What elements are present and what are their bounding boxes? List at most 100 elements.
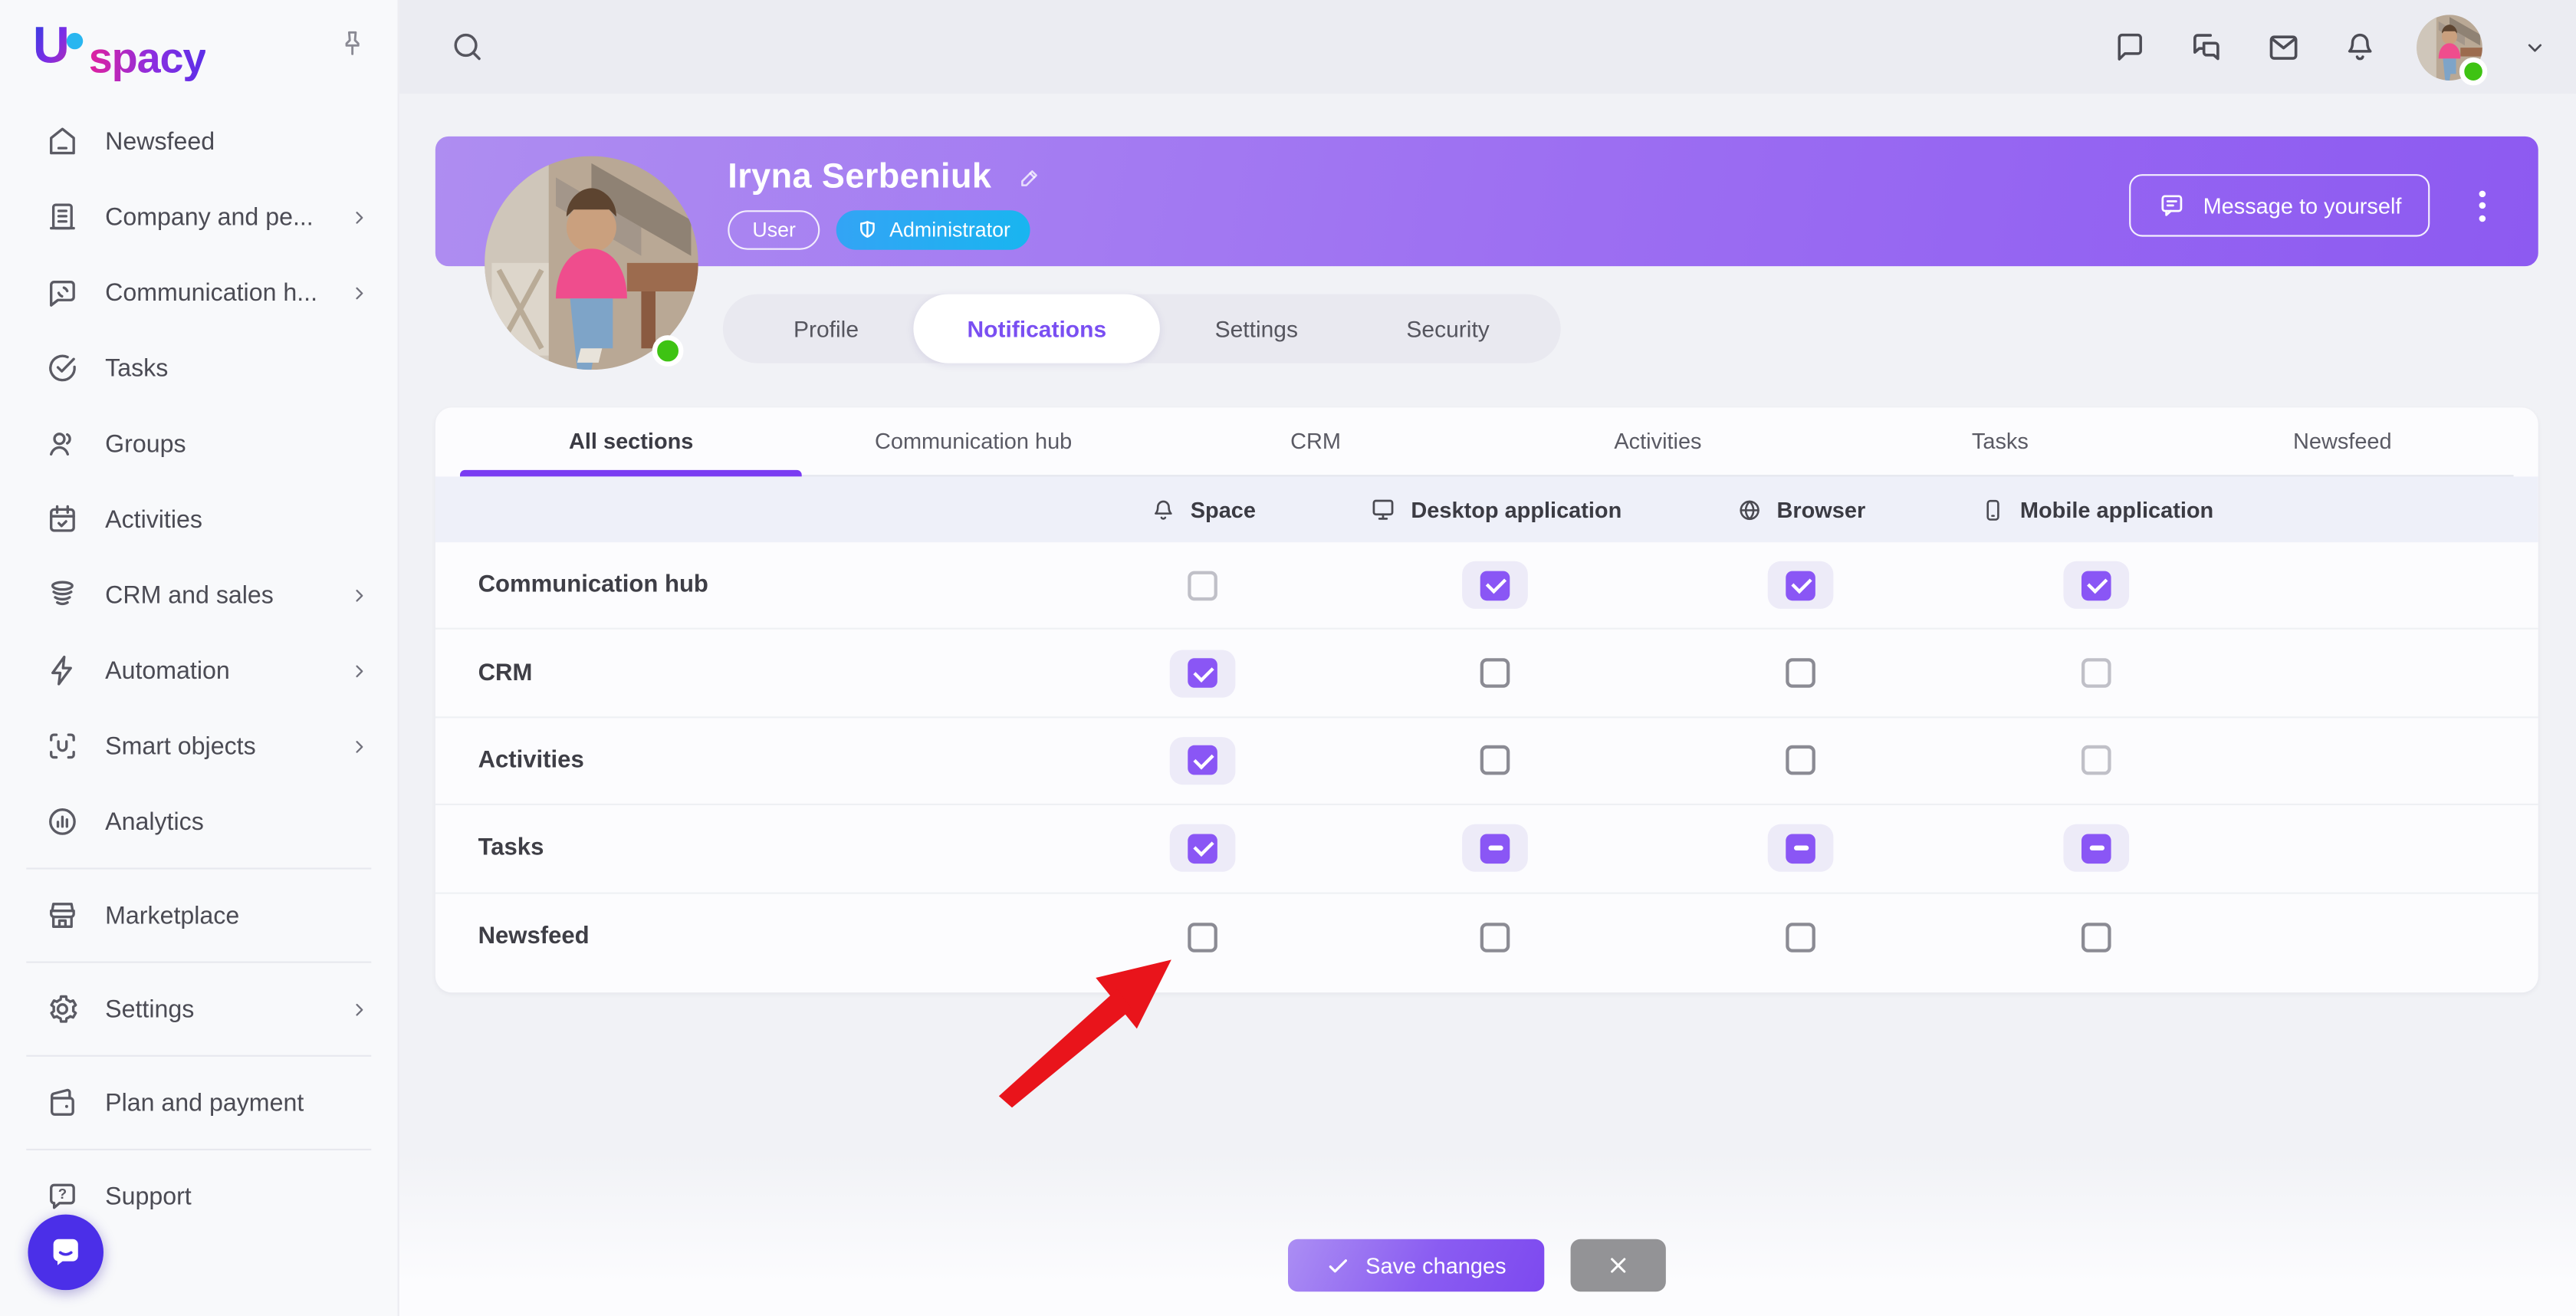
mail-icon[interactable]	[2264, 27, 2303, 66]
profile-name: Iryna Serbeniuk	[728, 158, 991, 197]
uspacy-logo[interactable]: U spacy	[30, 16, 206, 84]
shield-icon	[856, 219, 879, 242]
bell-icon[interactable]	[2341, 28, 2379, 65]
sidebar-divider	[26, 867, 371, 869]
checkbox-crm-mobile[interactable]	[2063, 650, 2129, 697]
pin-sidebar-icon[interactable]	[337, 28, 368, 59]
sidebar-item-activities[interactable]: Activities	[0, 482, 398, 558]
table-row-newsfeed: Newsfeed	[435, 893, 2538, 981]
checkbox-crm-browser[interactable]	[1768, 650, 1834, 697]
sidebar-nav: Newsfeed Company and pe... Communication…	[0, 104, 398, 1234]
sidebar-item-newsfeed[interactable]: Newsfeed	[0, 104, 398, 179]
chevron-right-icon	[347, 658, 371, 683]
gear-icon	[44, 991, 80, 1027]
crm-funnel-icon	[44, 577, 80, 613]
user-badge: User	[728, 210, 820, 249]
table-row-tasks: Tasks	[435, 805, 2538, 893]
checkbox-communication-hub-mobile[interactable]	[2063, 561, 2129, 609]
administrator-badge: Administrator	[837, 210, 1030, 249]
profile-avatar[interactable]	[485, 156, 698, 370]
checkbox-activities-space[interactable]	[1170, 737, 1236, 785]
more-options-kebab[interactable]	[2468, 184, 2498, 227]
tab-security[interactable]: Security	[1352, 294, 1544, 364]
group-chats-icon[interactable]	[2187, 27, 2226, 66]
lightning-icon	[44, 653, 80, 689]
sidebar-item-marketplace[interactable]: Marketplace	[0, 877, 398, 953]
role-badges: User Administrator	[728, 210, 1030, 249]
section-tab-newsfeed[interactable]: Newsfeed	[2171, 407, 2513, 475]
topbar	[399, 0, 2576, 94]
chevron-right-icon	[347, 734, 371, 758]
notification-rows: Communication hub CRM Activities	[435, 542, 2538, 981]
chevron-down-icon[interactable]	[2520, 32, 2550, 62]
sidebar-item-company-and-people[interactable]: Company and pe...	[0, 179, 398, 255]
tab-notifications[interactable]: Notifications	[913, 294, 1161, 364]
chevron-right-icon	[347, 205, 371, 229]
checkbox-newsfeed-browser[interactable]	[1768, 913, 1834, 961]
intercom-chat-launcher[interactable]	[28, 1214, 104, 1290]
table-row-crm: CRM	[435, 630, 2538, 718]
chat-bubble-icon	[46, 1232, 85, 1272]
sidebar-item-smart-objects[interactable]: Smart objects	[0, 709, 398, 785]
sidebar-item-analytics[interactable]: Analytics	[0, 784, 398, 860]
edit-name-pencil-icon[interactable]	[1014, 163, 1042, 191]
notifications-card: All sections Communication hub CRM Activ…	[435, 407, 2538, 992]
sidebar-item-automation[interactable]: Automation	[0, 633, 398, 709]
checkbox-activities-mobile[interactable]	[2063, 737, 2129, 785]
message-to-yourself-button[interactable]: Message to yourself	[2129, 174, 2430, 236]
checkbox-communication-hub-desktop[interactable]	[1462, 561, 1528, 609]
checkbox-crm-space[interactable]	[1170, 650, 1236, 697]
section-tab-crm[interactable]: CRM	[1145, 407, 1487, 475]
table-row-communication-hub: Communication hub	[435, 542, 2538, 630]
checkbox-tasks-browser[interactable]	[1768, 824, 1834, 872]
home-icon	[44, 123, 80, 160]
checkbox-tasks-desktop[interactable]	[1462, 824, 1528, 872]
checkbox-communication-hub-space[interactable]	[1170, 561, 1236, 609]
column-header-desktop-application: Desktop application	[1368, 476, 1622, 542]
svg-text:U: U	[33, 17, 70, 72]
section-tab-all-sections[interactable]: All sections	[460, 407, 802, 475]
checkbox-newsfeed-mobile[interactable]	[2063, 913, 2129, 961]
search-icon[interactable]	[449, 28, 486, 65]
sidebar-item-settings[interactable]: Settings	[0, 971, 398, 1047]
close-icon	[1607, 1254, 1630, 1277]
checkbox-crm-desktop[interactable]	[1462, 650, 1528, 697]
save-changes-button[interactable]: Save changes	[1288, 1239, 1544, 1292]
cancel-button[interactable]	[1571, 1239, 1666, 1292]
checkbox-activities-desktop[interactable]	[1462, 737, 1528, 785]
calendar-check-icon	[44, 502, 80, 538]
chat-icon[interactable]	[2111, 28, 2149, 65]
sidebar-item-groups[interactable]: Groups	[0, 406, 398, 482]
storefront-icon	[44, 897, 80, 933]
checkbox-tasks-space[interactable]	[1170, 824, 1236, 872]
sidebar: U spacy Newsfeed Company and pe... Commu…	[0, 0, 399, 1316]
user-avatar[interactable]	[2417, 14, 2482, 80]
section-tab-activities[interactable]: Activities	[1487, 407, 1829, 475]
sidebar-item-crm-and-sales[interactable]: CRM and sales	[0, 557, 398, 633]
tab-profile[interactable]: Profile	[739, 294, 912, 364]
sidebar-item-plan-and-payment[interactable]: Plan and payment	[0, 1065, 398, 1141]
column-header-space: Space	[1149, 476, 1256, 542]
monitor-icon	[1368, 495, 1398, 525]
sidebar-divider	[26, 962, 371, 963]
chevron-right-icon	[347, 997, 371, 1022]
sidebar-item-communication-hub[interactable]: Communication h...	[0, 255, 398, 331]
tab-settings[interactable]: Settings	[1161, 294, 1352, 364]
smart-objects-icon	[44, 728, 80, 764]
checkbox-newsfeed-desktop[interactable]	[1462, 913, 1528, 961]
checkbox-activities-browser[interactable]	[1768, 737, 1834, 785]
section-tab-tasks[interactable]: Tasks	[1829, 407, 2171, 475]
checkbox-tasks-mobile[interactable]	[2063, 824, 2129, 872]
sidebar-item-tasks[interactable]: Tasks	[0, 331, 398, 406]
company-icon	[44, 199, 80, 235]
logo-u-icon: U	[30, 16, 89, 72]
mobile-icon	[1979, 495, 2006, 523]
section-tab-communication-hub[interactable]: Communication hub	[802, 407, 1144, 475]
groups-icon	[44, 426, 80, 462]
sidebar-divider	[26, 1149, 371, 1150]
logo-text: spacy	[89, 33, 206, 84]
checkbox-newsfeed-space[interactable]	[1170, 913, 1236, 961]
topbar-actions	[2111, 0, 2550, 94]
checkbox-communication-hub-browser[interactable]	[1768, 561, 1834, 609]
sidebar-divider	[26, 1055, 371, 1057]
